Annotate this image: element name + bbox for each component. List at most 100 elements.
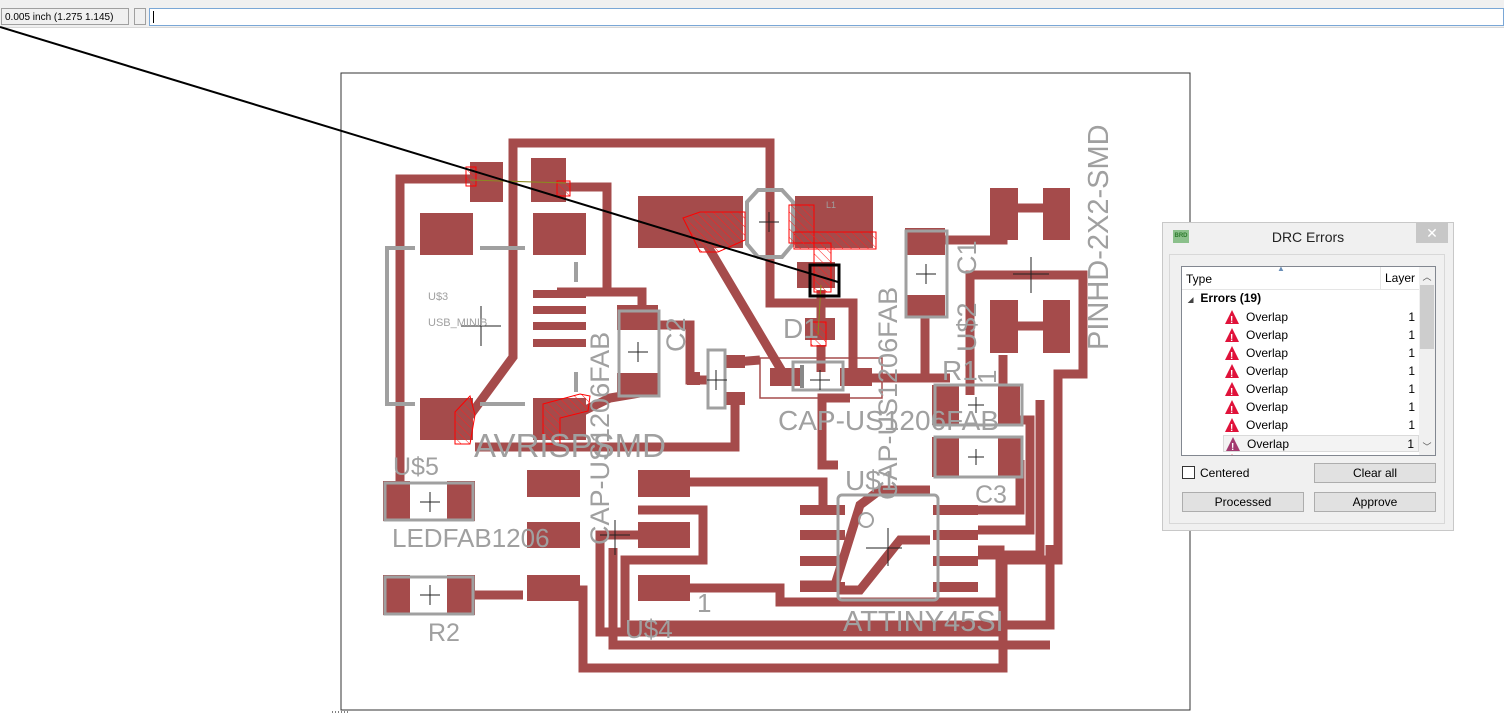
warning-icon xyxy=(1225,346,1239,365)
error-row[interactable]: Overlap 1 xyxy=(1223,309,1419,329)
error-row[interactable]: Overlap 1 xyxy=(1223,453,1419,455)
pad xyxy=(383,481,410,521)
origin-cross xyxy=(420,492,440,512)
pad xyxy=(933,556,978,566)
dialog-title: DRC Errors xyxy=(1271,229,1345,245)
overlap-marker xyxy=(793,231,877,250)
label-pinhd: PINHD-2X2-SMD xyxy=(1083,124,1115,350)
scroll-up-icon[interactable]: ︿ xyxy=(1419,269,1435,285)
pad xyxy=(933,582,978,592)
pad xyxy=(533,290,586,298)
pad xyxy=(933,505,978,515)
pad xyxy=(383,575,410,615)
pad xyxy=(990,188,1018,240)
origin-cross xyxy=(916,264,936,284)
label-u4: U$4 xyxy=(625,614,673,644)
pad xyxy=(617,305,658,330)
label-avrispsmd: AVRISPSMD xyxy=(474,427,666,464)
pad xyxy=(527,575,580,601)
warning-icon xyxy=(1225,418,1239,437)
origin-cross xyxy=(968,449,984,465)
error-row[interactable]: Overlap 1 xyxy=(1223,417,1419,437)
origin-cross xyxy=(759,212,779,232)
warning-icon xyxy=(1225,328,1239,347)
error-type: Overlap xyxy=(1247,437,1290,451)
pad xyxy=(447,481,475,521)
error-row[interactable]: Overlap 1 xyxy=(1223,345,1419,365)
scroll-down-icon[interactable]: ﹀ xyxy=(1419,439,1435,455)
warning-icon xyxy=(1225,310,1239,329)
error-type: Overlap xyxy=(1246,310,1289,324)
pin1-marker xyxy=(858,512,874,528)
pad xyxy=(687,372,700,385)
error-type: Overlap xyxy=(1246,418,1289,432)
column-layer[interactable]: Layer xyxy=(1380,267,1415,289)
label-c3: C3 xyxy=(975,481,1007,509)
warning-icon xyxy=(1225,400,1239,419)
error-row[interactable]: Overlap 1 xyxy=(1223,381,1419,401)
pad xyxy=(1043,188,1070,240)
pad xyxy=(447,575,475,615)
label-u4-pin1: 1 xyxy=(697,588,711,618)
label-u3: U$3 xyxy=(428,291,448,303)
overlap-marker xyxy=(813,242,832,293)
error-row[interactable]: Overlap 1 xyxy=(1223,435,1419,455)
close-button[interactable]: ✕ xyxy=(1416,223,1448,243)
centered-label: Centered xyxy=(1200,466,1250,480)
error-type: Overlap xyxy=(1246,382,1289,396)
centered-checkbox[interactable]: Centered xyxy=(1182,466,1249,480)
origin-cross xyxy=(628,342,648,362)
pad xyxy=(638,575,690,601)
error-layer: 1 xyxy=(1407,437,1414,451)
label-ledfab1206: LEDFAB1206 xyxy=(392,523,550,553)
label-cap-vertical-left: CAP-US1206FAB xyxy=(585,332,615,545)
pad xyxy=(617,373,658,397)
pad xyxy=(840,368,872,386)
approve-button[interactable]: Approve xyxy=(1314,492,1436,512)
label-usb-minib: USB_MINIB xyxy=(428,317,487,329)
pad xyxy=(998,437,1022,477)
error-row[interactable]: Overlap 1 xyxy=(1223,363,1419,383)
error-layer: 1 xyxy=(1408,364,1415,378)
pad xyxy=(533,339,586,347)
origin-cross xyxy=(810,370,830,390)
processed-button[interactable]: Processed xyxy=(1182,492,1304,512)
pad xyxy=(527,470,580,497)
label-c2: C2 xyxy=(661,317,691,352)
error-row[interactable]: Overlap 1 xyxy=(1223,327,1419,347)
label-attiny45si: ATTINY45SI xyxy=(843,606,1004,638)
vertical-scrollbar[interactable]: ︿ ﹀ xyxy=(1419,267,1435,455)
label-l1: L1 xyxy=(826,200,836,210)
error-layer: 1 xyxy=(1408,418,1415,432)
error-row[interactable]: Overlap 1 xyxy=(1223,399,1419,419)
label-r1-pin: 1 xyxy=(972,370,1002,384)
pad xyxy=(420,213,473,255)
error-type: Overlap xyxy=(1246,400,1289,414)
warning-icon xyxy=(1226,437,1240,455)
sort-ascending-icon: ▲ xyxy=(1277,266,1285,273)
error-type: Overlap xyxy=(1246,453,1288,455)
pad xyxy=(1043,300,1070,353)
clear-all-button[interactable]: Clear all xyxy=(1314,463,1436,483)
pad xyxy=(725,392,745,405)
error-layer: 1 xyxy=(1408,310,1415,324)
pad xyxy=(638,522,690,548)
collapse-triangle-icon[interactable]: ◢ xyxy=(1188,297,1193,304)
scroll-thumb[interactable] xyxy=(1420,285,1434,349)
label-u2: U$2 xyxy=(952,302,982,352)
pad xyxy=(905,295,945,318)
column-type[interactable]: Type xyxy=(1186,272,1212,286)
pad xyxy=(998,385,1020,425)
error-list[interactable]: ▲ Type Layer ◢Errors (19) Overlap 1 Overla… xyxy=(1181,266,1436,456)
warning-icon xyxy=(1225,382,1239,401)
label-u5: U$5 xyxy=(393,453,439,481)
errors-group[interactable]: ◢ Errors (19) xyxy=(1188,291,1261,305)
warning-icon xyxy=(1225,454,1239,455)
checkbox-box[interactable] xyxy=(1182,466,1195,479)
label-c1: C1 xyxy=(952,240,982,275)
list-header: ▲ Type Layer xyxy=(1182,267,1420,290)
pad xyxy=(533,322,586,330)
error-layer: 1 xyxy=(1408,382,1415,396)
error-pointer-line xyxy=(0,26,839,283)
label-r2: R2 xyxy=(428,619,460,647)
